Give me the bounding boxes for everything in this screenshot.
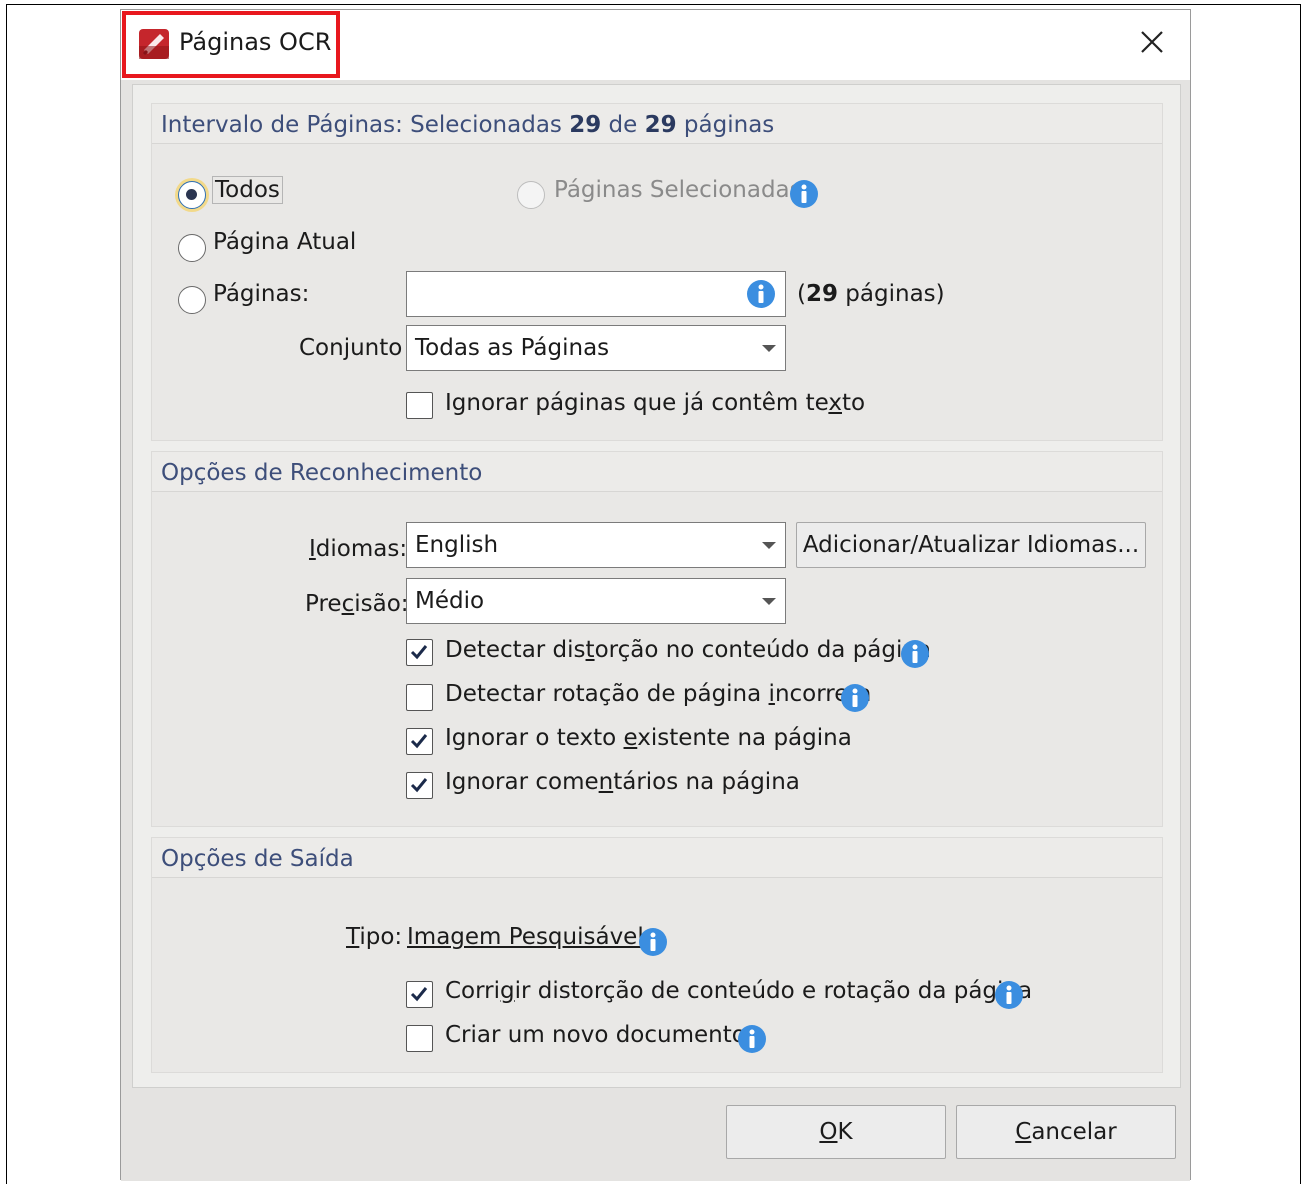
page-range-group: Intervalo de Páginas: Selecionadas 29 de… xyxy=(151,103,1163,441)
ignore-comments-checkbox[interactable] xyxy=(406,772,433,799)
pages-input[interactable] xyxy=(406,271,786,317)
recognition-title: Opções de Reconhecimento xyxy=(161,460,483,486)
recognition-header: Opções de Reconhecimento xyxy=(152,452,1162,492)
ok-button[interactable]: OK xyxy=(726,1105,946,1159)
output-header: Opções de Saída xyxy=(152,838,1162,878)
content-panel: Intervalo de Páginas: Selecionadas 29 de… xyxy=(132,84,1181,1088)
checkmark-icon xyxy=(410,734,428,749)
fix-distortion-label: Corrigir distorção de conteúdo e rotação… xyxy=(445,978,1033,1004)
ignore-text-pages-label: Ignorar páginas que já contêm texto xyxy=(445,390,866,416)
detect-distortion-checkbox[interactable] xyxy=(406,639,433,666)
ocr-pages-dialog: Páginas OCR Intervalo de Páginas: Seleci… xyxy=(120,9,1191,1181)
type-link[interactable]: Imagem Pesquisável xyxy=(407,924,644,950)
info-icon[interactable] xyxy=(900,639,930,669)
output-group: Opções de Saída Tipo: Imagem Pesquisável… xyxy=(151,837,1163,1073)
chevron-down-icon xyxy=(762,345,776,352)
close-icon[interactable] xyxy=(1132,22,1172,62)
checkmark-icon xyxy=(410,987,428,1002)
languages-select[interactable]: English xyxy=(406,522,786,568)
radio-current-page[interactable] xyxy=(178,234,206,262)
ignore-existing-text-label: Ignorar o texto existente na página xyxy=(445,725,852,751)
fix-distortion-checkbox[interactable] xyxy=(406,981,433,1008)
info-icon[interactable] xyxy=(994,980,1024,1010)
info-icon[interactable] xyxy=(840,683,870,713)
radio-current-page-label: Página Atual xyxy=(213,229,357,255)
info-icon[interactable] xyxy=(789,179,819,209)
info-icon[interactable] xyxy=(638,927,668,957)
dialog-title: Páginas OCR xyxy=(179,28,332,56)
detect-rotation-label: Detectar rotação de página incorreta xyxy=(445,681,872,707)
ignore-existing-text-checkbox[interactable] xyxy=(406,728,433,755)
set-label: Conjunto xyxy=(299,335,403,361)
precision-label: Precisão: xyxy=(305,591,409,617)
add-languages-button[interactable]: Adicionar/Atualizar Idiomas... xyxy=(796,522,1146,568)
page-range-header: Intervalo de Páginas: Selecionadas 29 de… xyxy=(152,104,1162,144)
info-icon[interactable] xyxy=(737,1024,767,1054)
ignore-text-pages-checkbox[interactable] xyxy=(406,392,433,419)
new-document-checkbox[interactable] xyxy=(406,1025,433,1052)
info-icon[interactable] xyxy=(746,279,776,309)
radio-selected-pages-label: Páginas Selecionadas xyxy=(554,177,802,203)
radio-selected-pages[interactable] xyxy=(517,181,545,209)
checkmark-icon xyxy=(410,778,428,793)
precision-select[interactable]: Médio xyxy=(406,578,786,624)
chevron-down-icon xyxy=(762,542,776,549)
chevron-down-icon xyxy=(762,598,776,605)
output-title: Opções de Saída xyxy=(161,846,354,872)
new-document-label: Criar um novo documento xyxy=(445,1022,746,1048)
radio-all[interactable] xyxy=(178,181,206,209)
detect-distortion-label: Detectar distorção no conteúdo da página xyxy=(445,637,932,663)
pages-count: (29 páginas) xyxy=(797,281,945,307)
dialog-body: Intervalo de Páginas: Selecionadas 29 de… xyxy=(121,80,1190,1181)
detect-rotation-checkbox[interactable] xyxy=(406,684,433,711)
type-label: Tipo: xyxy=(346,924,403,950)
radio-all-label[interactable]: Todos xyxy=(212,176,283,204)
languages-label: Idiomas: xyxy=(309,536,408,562)
page-range-title: Intervalo de Páginas: Selecionadas 29 de… xyxy=(161,112,775,138)
recognition-group: Opções de Reconhecimento Idiomas: Englis… xyxy=(151,451,1163,827)
radio-pages-label: Páginas: xyxy=(213,281,310,307)
radio-pages[interactable] xyxy=(178,286,206,314)
title-bar: Páginas OCR xyxy=(121,10,1190,80)
set-select[interactable]: Todas as Páginas xyxy=(406,325,786,371)
checkmark-icon xyxy=(410,645,428,660)
ignore-comments-label: Ignorar comentários na página xyxy=(445,769,800,795)
pdf-app-icon xyxy=(139,29,169,59)
cancel-button[interactable]: Cancelar xyxy=(956,1105,1176,1159)
